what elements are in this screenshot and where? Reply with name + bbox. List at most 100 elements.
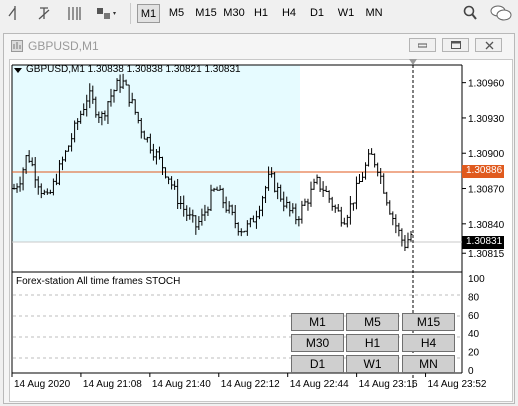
shift-marker[interactable]	[409, 59, 417, 65]
ohlc-bar	[376, 162, 380, 177]
ohlc-bar	[327, 190, 331, 203]
ohlc-bar	[315, 174, 319, 185]
ohlc-bar	[300, 200, 304, 224]
indicator-tick-label: 80	[468, 292, 480, 303]
ohlc-bar	[354, 176, 358, 210]
ohlc-bar	[345, 214, 349, 228]
search-icon[interactable]	[462, 4, 478, 22]
window-titlebar[interactable]: GBPUSD,M1	[4, 34, 514, 59]
close-button[interactable]	[475, 38, 502, 52]
current-price-badge: 1.30831	[462, 236, 504, 249]
ohlc-bar	[382, 173, 386, 194]
tab-H4[interactable]: H4	[278, 4, 300, 23]
indicator-tick-label: 60	[468, 311, 480, 322]
ohlc-bar	[324, 185, 328, 192]
tf-button-M5[interactable]: M5	[346, 313, 399, 331]
ohlc-bar	[342, 217, 346, 225]
tab-H1[interactable]: H1	[250, 4, 272, 23]
ohlc-bar	[303, 198, 307, 206]
shapes-tool-icon[interactable]	[95, 4, 119, 22]
ohlc-bar	[361, 172, 365, 182]
ohlc-bar	[397, 222, 401, 237]
indicator-axis-ticks: 100 80 60 40 20 0	[468, 274, 485, 377]
symbol-dropdown-icon[interactable]	[14, 68, 23, 74]
tf-button-M30[interactable]: M30	[291, 334, 344, 352]
ohlc-bar	[385, 191, 389, 206]
ohlc-bar	[351, 202, 355, 211]
tf-button-D1[interactable]: D1	[291, 355, 344, 373]
tab-M15[interactable]: M15	[193, 4, 219, 23]
time-tick-label: 14 Aug 22:12	[221, 379, 280, 390]
ohlc-bar	[367, 149, 371, 167]
tf-button-M1[interactable]: M1	[291, 313, 344, 331]
tf-button-MN[interactable]: MN	[402, 355, 455, 373]
close-icon	[485, 41, 494, 50]
indicator-tick-label: 40	[468, 329, 480, 340]
time-axis-ticks: 14 Aug 2020 14 Aug 21:08 14 Aug 21:40 14 Au…	[11, 373, 487, 390]
chart-area[interactable]: 1.30960 1.30930 1.30900 1.30870 1.30840 1.308…	[9, 59, 513, 402]
time-tick-label: 14 Aug 23:52	[428, 379, 487, 390]
ohlc-bar	[406, 232, 410, 249]
ohlc-bar	[336, 203, 340, 212]
tab-M5[interactable]: M5	[165, 4, 188, 23]
text-tool-icon[interactable]	[36, 4, 52, 22]
ohlc-bar	[391, 211, 395, 226]
ohlc-bar	[388, 200, 392, 215]
resistance-price-badge: 1.30886	[462, 165, 504, 178]
ohlc-bar	[306, 198, 310, 211]
tab-MN[interactable]: MN	[362, 4, 386, 23]
ohlc-bar	[318, 176, 322, 193]
price-tick-label: 1.30960	[468, 79, 505, 90]
time-tick-label: 14 Aug 23:16	[359, 379, 418, 390]
ohlc-bar	[364, 162, 368, 180]
ohlc-bar	[373, 153, 377, 168]
ohlc-bar	[312, 178, 316, 190]
tf-button-M15[interactable]: M15	[402, 313, 455, 331]
ohlc-bar	[370, 148, 374, 155]
price-tick-label: 1.30815	[468, 249, 505, 260]
ohlc-bar	[348, 195, 352, 225]
toolbar-separator	[130, 3, 131, 24]
ohlc-bar	[330, 196, 334, 211]
time-tick-label: 14 Aug 2020	[14, 379, 71, 390]
fibonacci-icon[interactable]	[66, 4, 82, 22]
ohlc-bar	[379, 167, 383, 184]
price-tick-label: 1.30840	[468, 220, 505, 231]
ohlc-bar	[339, 206, 343, 227]
time-tick-label: 14 Aug 21:08	[83, 379, 142, 390]
time-tick-label: 14 Aug 21:40	[152, 379, 211, 390]
ohlc-bar	[403, 235, 407, 251]
restore-button[interactable]	[442, 38, 469, 52]
tf-button-H1[interactable]: H1	[346, 334, 399, 352]
ohlc-bar	[321, 181, 325, 198]
tab-M1[interactable]: M1	[137, 4, 160, 23]
ohlc-bar	[357, 173, 361, 184]
minimize-icon	[418, 43, 427, 48]
chart-header: GBPUSD,M1 1.30838 1.30838 1.30821 1.3083…	[26, 64, 241, 75]
ohlc-bar	[309, 181, 313, 207]
tab-M30[interactable]: M30	[221, 4, 247, 23]
tf-button-W1[interactable]: W1	[346, 355, 399, 373]
tab-D1[interactable]: D1	[306, 4, 328, 23]
indicator-label: Forex-station All time frames STOCH	[16, 276, 181, 287]
chat-icon[interactable]	[489, 4, 513, 22]
tf-button-H4[interactable]: H4	[402, 334, 455, 352]
ohlc-bar	[333, 204, 337, 213]
indicator-tick-label: 100	[468, 274, 485, 285]
chart-window-icon	[11, 40, 23, 52]
tab-W1[interactable]: W1	[334, 4, 358, 23]
price-tick-label: 1.30930	[468, 114, 505, 125]
time-tick-label: 14 Aug 22:44	[290, 379, 349, 390]
main-toolbar: M1 M5 M15 M30 H1 H4 D1 W1 MN	[0, 0, 518, 28]
indicator-tick-label: 0	[468, 366, 474, 377]
window-title: GBPUSD,M1	[28, 39, 99, 53]
ohlc-bar	[394, 214, 398, 234]
price-tick-label: 1.30870	[468, 185, 505, 196]
ohlc-bar	[409, 231, 413, 242]
minimize-button[interactable]	[409, 38, 436, 52]
resistance-price-text: 1.30886	[466, 165, 503, 176]
crosshair-icon[interactable]	[8, 4, 22, 22]
restore-icon	[451, 41, 461, 49]
indicator-tick-label: 20	[468, 348, 480, 359]
price-tick-label: 1.30900	[468, 149, 505, 160]
